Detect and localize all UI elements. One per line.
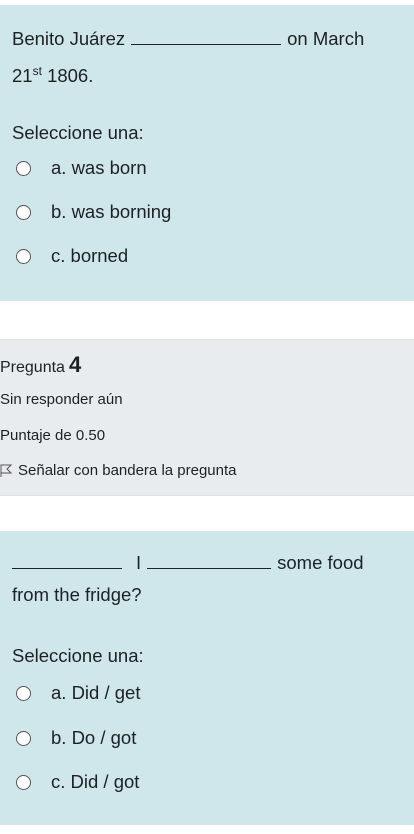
flag-question-link[interactable]: Señalar con bandera la pregunta: [0, 462, 237, 479]
radio-a[interactable]: [16, 160, 31, 176]
question-info-panel: Pregunta 4 Sin responder aún Puntaje de 0…: [0, 339, 414, 496]
question-text-end: on March: [287, 28, 365, 49]
option-b[interactable]: b. was borning: [16, 201, 171, 223]
option-a-label: a. Did / get: [51, 682, 141, 703]
question-status: Sin responder aún: [0, 391, 123, 408]
question-text: Isome food from the fridge?: [12, 547, 364, 611]
radio-c[interactable]: [16, 248, 31, 264]
option-c[interactable]: c. Did / got: [16, 771, 139, 793]
answer-blank: [131, 30, 282, 45]
option-a[interactable]: a. was born: [16, 157, 147, 179]
date-suffix: st: [32, 64, 42, 78]
option-b-label: b. Do / got: [51, 727, 137, 748]
option-c-label: c. Did / got: [51, 771, 140, 792]
question-4-card: Isome food from the fridge? Seleccione u…: [0, 531, 414, 825]
answer-blank-2: [147, 554, 272, 569]
question-text-start: Benito Juárez: [12, 28, 126, 49]
question-number-value: 4: [68, 352, 82, 377]
option-a-label: a. was born: [51, 157, 147, 178]
date-number: 21: [12, 65, 33, 87]
question-label: Pregunta: [0, 359, 65, 376]
option-c[interactable]: c. borned: [16, 245, 128, 267]
option-b[interactable]: b. Do / got: [16, 727, 136, 749]
flag-icon: [0, 464, 12, 477]
option-b-label: b. was borning: [51, 201, 172, 222]
question-number: Pregunta 4: [0, 352, 81, 378]
question-3-card: Benito Juárez on March 21st 1806. Selecci…: [0, 5, 414, 301]
select-prompt: Seleccione una:: [12, 122, 144, 143]
question-text-end: some food: [277, 552, 364, 573]
radio-b[interactable]: [16, 204, 31, 220]
question-text-mid: I: [136, 552, 142, 573]
date-year: 1806.: [47, 65, 94, 87]
radio-b[interactable]: [16, 730, 31, 746]
question-text: Benito Juárez on March 21st 1806.: [12, 23, 364, 92]
select-prompt: Seleccione una:: [12, 645, 144, 666]
option-c-label: c. borned: [51, 245, 129, 266]
flag-label: Señalar con bandera la pregunta: [18, 462, 237, 479]
radio-a[interactable]: [16, 685, 31, 701]
radio-c[interactable]: [16, 774, 31, 790]
answer-blank-1: [12, 554, 122, 569]
question-text-line2: from the fridge?: [12, 584, 142, 605]
option-a[interactable]: a. Did / get: [16, 682, 140, 704]
question-score: Puntaje de 0.50: [0, 427, 106, 444]
